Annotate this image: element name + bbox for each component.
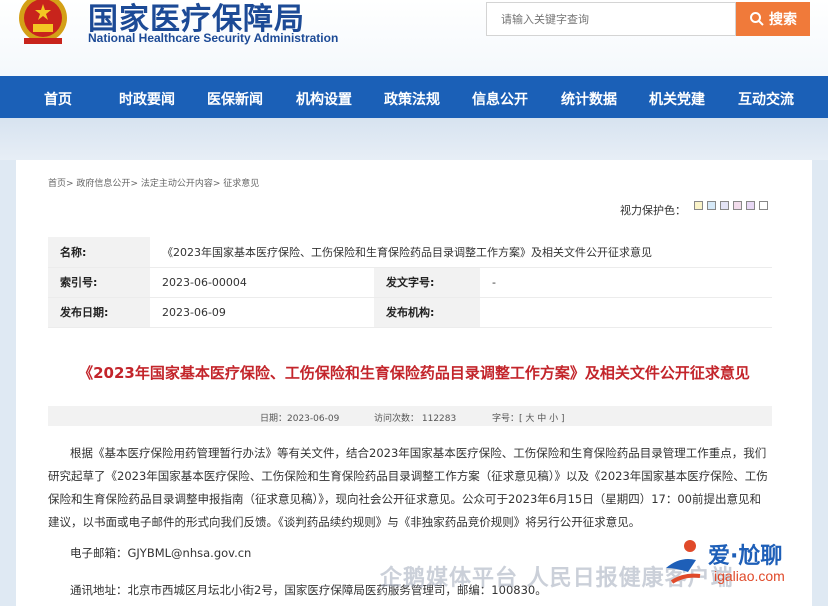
breadcrumb-consultation[interactable]: 征求意见 — [223, 179, 259, 189]
nav-item-home[interactable]: 首页 — [44, 89, 72, 109]
meta-doc-no-label: 发文字号: — [374, 267, 480, 298]
article-line: 建议，以书面或电子邮件的形式向我们反馈。《谈判药品续约规则》与《非独家药品竞价规… — [48, 515, 641, 529]
nav-item-policy[interactable]: 政策法规 — [384, 89, 440, 109]
meta-index-label: 索引号: — [48, 267, 150, 298]
breadcrumb-home[interactable]: 首页 — [48, 179, 66, 189]
watermark-logo-text: 爱·尬聊 — [708, 544, 783, 569]
main-nav: 首页 时政要闻 医保新闻 机构设置 政策法规 信息公开 统计数据 机关党建 互动… — [0, 76, 828, 118]
nav-item-disclosure[interactable]: 信息公开 — [472, 89, 528, 109]
contact-email: 电子邮箱：GJYBML@nhsa.gov.cn — [70, 546, 252, 560]
nav-item-statistics[interactable]: 统计数据 — [561, 89, 617, 109]
national-emblem-icon — [19, 0, 67, 44]
article-visits: 访问次数： 112283 — [374, 414, 457, 424]
meta-name-value: 《2023年国家基本医疗保险、工伤保险和生育保险药品目录调整工作方案》及相关文件… — [150, 237, 772, 268]
article-line: 保险和生育保险药品目录调整申报指南（征求意见稿）》，现向社会公开征求意见。公众可… — [48, 492, 761, 506]
article-body: 根据《基本医疗保险用药管理暂行办法》等有关文件，结合2023年国家基本医疗保险、… — [48, 442, 778, 534]
eye-protection-swatches — [694, 201, 768, 210]
meta-date-value: 2023-06-09 — [150, 297, 374, 328]
site-subtitle: National Healthcare Security Administrat… — [88, 31, 339, 45]
search-input[interactable] — [486, 2, 736, 36]
meta-org-label: 发布机构: — [374, 297, 480, 328]
watermark-logo-url: igaliao.com — [714, 568, 785, 584]
decorative-band — [0, 118, 828, 160]
meta-date-label: 发布日期: — [48, 297, 150, 328]
meta-org-value — [480, 297, 772, 328]
nav-item-organization[interactable]: 机构设置 — [296, 89, 352, 109]
nav-item-news[interactable]: 医保新闻 — [207, 89, 263, 109]
article-line: 研究起草了《2023年国家基本医疗保险、工伤保险和生育保险药品目录调整工作方案（… — [48, 469, 768, 483]
color-swatch-yellow[interactable] — [694, 201, 703, 210]
nav-item-party[interactable]: 机关党建 — [649, 89, 705, 109]
breadcrumb-statutory[interactable]: 法定主动公开内容 — [141, 179, 213, 189]
meta-name-label: 名称: — [48, 237, 150, 268]
search-button[interactable]: 搜索 — [736, 2, 810, 36]
meta-doc-no-value: - — [480, 267, 772, 298]
nav-item-interaction[interactable]: 互动交流 — [738, 89, 794, 109]
nav-item-politics[interactable]: 时政要闻 — [119, 89, 175, 109]
color-swatch-pink[interactable] — [733, 201, 742, 210]
meta-index-value: 2023-06-00004 — [150, 267, 374, 298]
search-icon — [750, 12, 764, 26]
search-button-label: 搜索 — [769, 12, 797, 28]
document-meta-table: 名称: 《2023年国家基本医疗保险、工伤保险和生育保险药品目录调整工作方案》及… — [48, 237, 772, 328]
article-date: 日期：2023-06-09 — [260, 414, 340, 424]
article-line: 根据《基本医疗保险用药管理暂行办法》等有关文件，结合2023年国家基本医疗保险、… — [70, 446, 767, 460]
breadcrumb-gov-info[interactable]: 政府信息公开 — [76, 179, 130, 189]
color-swatch-purple[interactable] — [746, 201, 755, 210]
breadcrumb: 首页> 政府信息公开> 法定主动公开内容> 征求意见 — [48, 179, 260, 189]
article-title: 《2023年国家基本医疗保险、工伤保险和生育保险药品目录调整工作方案》及相关文件… — [78, 364, 750, 382]
color-swatch-lavender[interactable] — [720, 201, 729, 210]
color-swatch-white[interactable] — [759, 201, 768, 210]
running-figure-icon — [666, 540, 701, 584]
eye-protection-label: 视力保护色： — [620, 204, 686, 217]
article-info-bar: 日期：2023-06-09 访问次数： 112283 字号：[ 大 中 小 ] — [48, 406, 772, 426]
site-header: 国家医疗保障局 National Healthcare Security Adm… — [0, 0, 828, 76]
color-swatch-blue[interactable] — [707, 201, 716, 210]
watermark-logo: 爱·尬聊 igaliao.com — [662, 538, 822, 596]
font-size-selector[interactable]: 字号：[ 大 中 小 ] — [492, 411, 564, 424]
